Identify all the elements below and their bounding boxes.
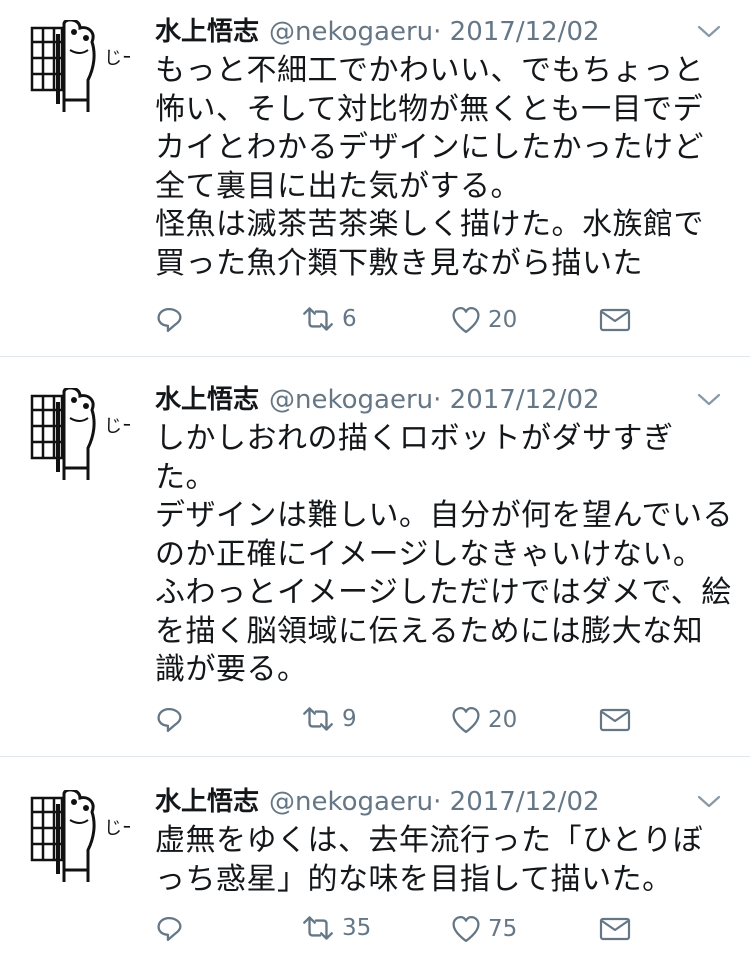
like-count: 75 bbox=[488, 916, 518, 942]
like-button[interactable]: 75 bbox=[450, 914, 517, 944]
author-handle[interactable]: @nekogaeru bbox=[269, 787, 433, 817]
tweet[interactable]: じー 水上悟志 @nekogaeru· 2017/12/02 もっと不細工でかわい… bbox=[0, 0, 750, 356]
retweet-icon bbox=[303, 307, 333, 331]
header-separator: · bbox=[433, 17, 442, 47]
envelope-icon bbox=[599, 708, 631, 732]
direct-message-button[interactable] bbox=[598, 706, 632, 734]
direct-message-button[interactable] bbox=[598, 915, 632, 943]
tweet[interactable]: じー 水上悟志 @nekogaeru· 2017/12/02 しかしおれの描くロボ… bbox=[0, 368, 750, 756]
chevron-down-icon[interactable] bbox=[696, 390, 722, 410]
avatar-text: じー bbox=[104, 818, 130, 839]
reply-icon bbox=[157, 916, 182, 942]
author-handle[interactable]: @nekogaeru bbox=[269, 385, 433, 415]
retweet-button[interactable]: 35 bbox=[300, 914, 371, 942]
heart-icon bbox=[452, 706, 480, 734]
author-handle[interactable]: @nekogaeru bbox=[269, 17, 433, 47]
like-button[interactable]: 20 bbox=[450, 705, 517, 735]
tweet[interactable]: じー 水上悟志 @nekogaeru· 2017/12/02 虚無をゆくは、去年流… bbox=[0, 770, 750, 956]
author-name[interactable]: 水上悟志 bbox=[155, 385, 259, 415]
envelope-icon bbox=[599, 917, 631, 941]
tweet-text: 虚無をゆくは、去年流行った「ひとりぼ っち惑星」的な味を目指して描いた。 bbox=[155, 823, 704, 897]
avatar-image: じー bbox=[30, 17, 140, 114]
retweet-button[interactable]: 6 bbox=[300, 305, 357, 333]
avatar[interactable]: じー bbox=[30, 17, 140, 120]
retweet-count: 9 bbox=[342, 706, 357, 732]
tweet-date[interactable]: 2017/12/02 bbox=[450, 385, 600, 415]
retweet-button[interactable]: 9 bbox=[300, 705, 357, 733]
author-name[interactable]: 水上悟志 bbox=[155, 787, 259, 817]
tweet-date[interactable]: 2017/12/02 bbox=[450, 787, 600, 817]
avatar-text: じー bbox=[104, 416, 130, 437]
tweet-header: 水上悟志 @nekogaeru· 2017/12/02 bbox=[155, 782, 600, 822]
like-button[interactable]: 20 bbox=[450, 305, 517, 335]
tweet-date[interactable]: 2017/12/02 bbox=[450, 17, 600, 47]
avatar[interactable]: じー bbox=[30, 787, 140, 890]
reply-icon bbox=[157, 307, 182, 333]
header-separator: · bbox=[433, 787, 442, 817]
retweet-icon bbox=[303, 707, 333, 731]
like-count: 20 bbox=[488, 707, 518, 733]
divider bbox=[0, 756, 750, 757]
reply-button[interactable] bbox=[155, 915, 185, 943]
avatar-image: じー bbox=[30, 787, 140, 884]
reply-button[interactable] bbox=[155, 706, 185, 734]
author-name[interactable]: 水上悟志 bbox=[155, 17, 259, 47]
tweet-header: 水上悟志 @nekogaeru· 2017/12/02 bbox=[155, 380, 600, 420]
avatar-image: じー bbox=[30, 385, 140, 482]
retweet-count: 6 bbox=[342, 306, 357, 332]
tweet-text: もっと不細工でかわいい、でもちょっと 怖い、そして対比物が無くとも一目でデ カイ… bbox=[155, 53, 704, 281]
heart-icon bbox=[452, 306, 480, 334]
retweet-icon bbox=[303, 916, 333, 940]
like-count: 20 bbox=[488, 307, 518, 333]
tweet-text: しかしおれの描くロボットがダサすぎ た。 デザインは難しい。自分が何を望んでいる… bbox=[155, 421, 733, 687]
chevron-down-icon[interactable] bbox=[696, 22, 722, 42]
divider bbox=[0, 356, 750, 357]
reply-icon bbox=[157, 707, 182, 733]
reply-button[interactable] bbox=[155, 306, 185, 334]
avatar-text: じー bbox=[104, 48, 130, 69]
envelope-icon bbox=[599, 308, 631, 332]
chevron-down-icon[interactable] bbox=[696, 792, 722, 812]
header-separator: · bbox=[433, 385, 442, 415]
direct-message-button[interactable] bbox=[598, 306, 632, 334]
tweet-header: 水上悟志 @nekogaeru· 2017/12/02 bbox=[155, 12, 600, 52]
heart-icon bbox=[452, 915, 480, 943]
avatar[interactable]: じー bbox=[30, 385, 140, 488]
retweet-count: 35 bbox=[342, 915, 372, 941]
